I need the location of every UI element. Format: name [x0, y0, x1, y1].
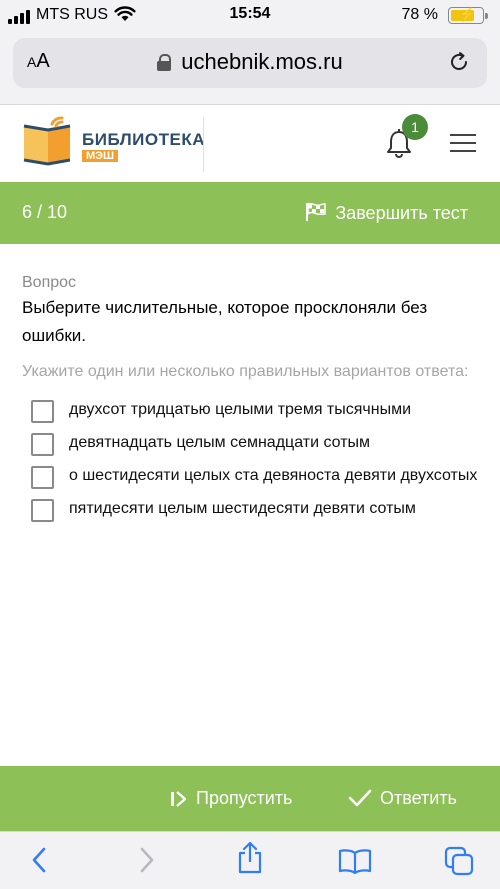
back-arrow-icon[interactable]	[30, 846, 48, 874]
library-logo[interactable]: БИБЛИОТЕКА МЭШ	[22, 116, 205, 172]
battery-percent: 78 %	[401, 6, 438, 23]
option-checkbox[interactable]	[31, 433, 54, 456]
tabs-icon[interactable]	[444, 846, 474, 876]
hamburger-menu-icon[interactable]	[450, 134, 476, 154]
url-text: uchebnik.mos.ru	[181, 49, 343, 74]
answer-button[interactable]: Ответить	[348, 788, 457, 809]
option-label[interactable]: девятнадцать целым семнадцати сотым	[69, 429, 370, 457]
question-counter: 6 / 10	[22, 202, 68, 222]
browser-toolbar	[0, 831, 500, 889]
skip-icon	[171, 791, 187, 807]
skip-button[interactable]: Пропустить	[170, 788, 292, 809]
option-checkbox[interactable]	[31, 400, 54, 423]
bookmarks-icon[interactable]	[338, 848, 372, 874]
answer-option[interactable]: двухсот тридцатью целыми тремя тысячными	[31, 399, 482, 424]
question-label: Вопрос	[22, 274, 77, 291]
checkmark-icon	[348, 789, 372, 807]
address-bar[interactable]: AA uchebnik.mos.ru	[13, 38, 487, 88]
option-label[interactable]: о шестидесяти целых ста девяноста девяти…	[69, 462, 477, 490]
question-text: Выберите числительные, которое просклоня…	[22, 298, 428, 345]
option-label[interactable]: двухсот тридцатью целыми тремя тысячными	[69, 396, 411, 424]
url-display[interactable]: uchebnik.mos.ru	[13, 49, 487, 75]
forward-arrow-icon[interactable]	[138, 846, 156, 874]
option-label[interactable]: пятидесяти целым шестидесяти девяти соты…	[69, 495, 416, 523]
answer-option[interactable]: о шестидесяти целых ста девяноста девяти…	[31, 465, 482, 490]
answer-options: двухсот тридцатью целыми тремя тысячными…	[22, 399, 482, 523]
browser-chrome-top: MTS RUS 15:54 78 % ⚡ AA uchebnik.mos.ru	[0, 0, 500, 105]
logo-subtitle: МЭШ	[82, 150, 119, 162]
header-divider	[203, 118, 204, 172]
book-logo-icon	[23, 116, 71, 166]
lock-icon	[157, 54, 172, 71]
notification-badge[interactable]: 1	[402, 114, 428, 140]
reload-icon[interactable]	[447, 50, 471, 74]
action-bar: Пропустить Ответить	[0, 766, 500, 831]
checkered-flag-icon	[306, 202, 327, 221]
finish-test-label: Завершить тест	[335, 203, 468, 223]
option-checkbox[interactable]	[31, 466, 54, 489]
finish-test-button[interactable]: Завершить тест	[305, 202, 468, 224]
option-checkbox[interactable]	[31, 499, 54, 522]
skip-label: Пропустить	[196, 788, 293, 808]
answer-option[interactable]: пятидесяти целым шестидесяти девяти соты…	[31, 498, 482, 523]
answer-hint: Укажите один или несколько правильных ва…	[22, 363, 469, 380]
question-panel: Вопрос Выберите числительные, которое пр…	[22, 274, 482, 531]
charging-bolt-icon: ⚡	[459, 7, 476, 22]
site-header: БИБЛИОТЕКА МЭШ 1	[0, 106, 500, 182]
share-icon[interactable]	[236, 841, 264, 875]
logo-title: БИБЛИОТЕКА	[82, 130, 205, 149]
answer-label: Ответить	[380, 788, 457, 808]
answer-option[interactable]: девятнадцать целым семнадцати сотым	[31, 432, 482, 457]
battery-icon: ⚡	[448, 7, 488, 24]
test-progress-bar: 6 / 10 Завершить тест	[0, 182, 500, 244]
status-bar: MTS RUS 15:54 78 % ⚡	[0, 0, 500, 30]
